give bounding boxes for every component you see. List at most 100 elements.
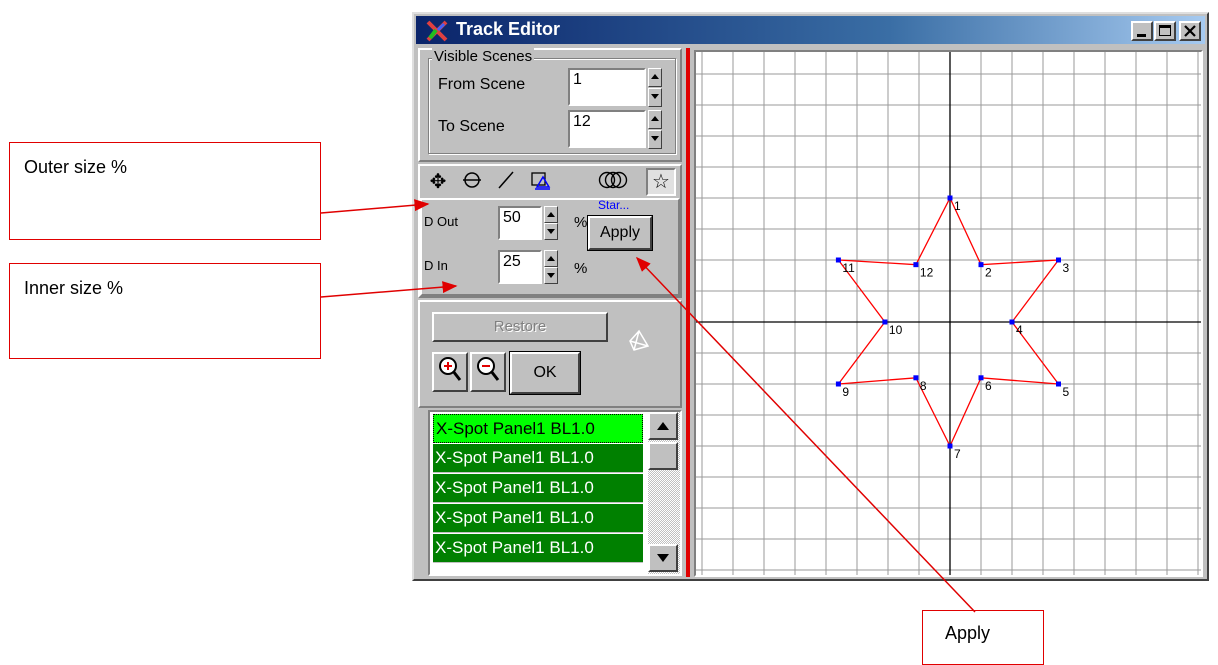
spin-up-button[interactable] xyxy=(648,68,662,87)
apply-button[interactable]: Apply xyxy=(587,215,653,251)
track-point-label: 8 xyxy=(920,379,927,393)
maximize-icon xyxy=(1159,25,1171,36)
spin-up-button[interactable] xyxy=(648,110,662,129)
arrow-down-icon xyxy=(657,554,669,562)
din-label: D In xyxy=(424,258,448,273)
track-point xyxy=(913,262,919,268)
list-scrollbar[interactable] xyxy=(648,412,680,574)
visible-scenes-legend: Visible Scenes xyxy=(432,48,535,65)
from-scene-input[interactable]: 1 xyxy=(568,68,646,106)
minimize-icon xyxy=(1137,34,1146,37)
app-logo-icon xyxy=(426,20,448,42)
scroll-up-button[interactable] xyxy=(648,412,678,440)
track-point xyxy=(835,381,841,387)
scroll-down-button[interactable] xyxy=(648,544,678,572)
spin-down-button[interactable] xyxy=(648,88,662,107)
left-panel: Visible Scenes From Scene 1 To Scene 12 … xyxy=(416,46,684,579)
dout-input[interactable]: 50 xyxy=(498,206,542,240)
close-icon xyxy=(1184,25,1196,37)
spin-down-button[interactable] xyxy=(648,130,662,149)
arrow-up-icon xyxy=(657,422,669,430)
dout-percent: % xyxy=(574,214,588,231)
track-point xyxy=(1056,257,1061,263)
list-item[interactable]: X-Spot Panel1 BL1.0 xyxy=(433,474,643,503)
controls-panel: Restore OK xyxy=(418,300,682,408)
track-point xyxy=(947,195,953,201)
track-point-label: 6 xyxy=(985,379,992,393)
din-input[interactable]: 25 xyxy=(498,250,542,284)
track-point-label: 7 xyxy=(954,447,961,461)
star-icon[interactable]: ☆ xyxy=(646,168,676,196)
din-percent: % xyxy=(574,260,588,277)
to-scene-input[interactable]: 12 xyxy=(568,110,646,148)
circle-path-icon[interactable] xyxy=(458,170,486,194)
track-point-label: 3 xyxy=(1063,261,1070,275)
spin-down-button[interactable] xyxy=(544,223,558,240)
arrow-up-icon xyxy=(547,212,555,217)
list-item[interactable]: X-Spot Panel1 BL1.0 xyxy=(433,534,643,563)
track-point xyxy=(978,375,984,381)
dout-spinner[interactable] xyxy=(544,206,560,240)
list-item[interactable]: X-Spot Panel1 BL1.0 xyxy=(433,414,643,443)
track-point-label: 1 xyxy=(954,199,961,213)
track-point xyxy=(882,319,888,325)
track-canvas[interactable]: 1 2 3 4 5 6 7 8 9 10 11 12 xyxy=(694,50,1203,577)
close-button[interactable] xyxy=(1179,21,1201,41)
zoom-out-icon xyxy=(477,357,500,381)
arrow-down-icon xyxy=(651,136,659,141)
arrow-up-icon xyxy=(547,256,555,261)
polygon-icon[interactable] xyxy=(526,170,554,194)
dout-label: D Out xyxy=(424,214,458,229)
spin-up-button[interactable] xyxy=(544,250,558,267)
ok-button[interactable]: OK xyxy=(509,351,581,395)
star-options-group: D Out 50 % D In 25 % Star... Apply xyxy=(420,198,680,296)
track-point xyxy=(947,443,953,449)
title-bar[interactable]: Track Editor xyxy=(416,16,1205,44)
track-point-label: 9 xyxy=(842,385,849,399)
zoom-in-icon xyxy=(439,357,462,381)
to-scene-spinner[interactable] xyxy=(648,110,664,150)
outer-size-callout: Outer size % xyxy=(9,142,321,240)
track-point xyxy=(913,375,919,381)
visible-scenes-panel: Visible Scenes From Scene 1 To Scene 12 xyxy=(418,48,682,162)
arrow-up-icon xyxy=(651,116,659,121)
track-point xyxy=(1056,381,1061,387)
rings-icon[interactable] xyxy=(596,170,630,194)
zoom-in-button[interactable] xyxy=(432,352,468,392)
inner-size-callout: Inner size % xyxy=(9,263,321,359)
track-grid[interactable]: 12 34567891011 12 xyxy=(696,52,1201,575)
scroll-thumb[interactable] xyxy=(648,442,678,470)
line-icon[interactable] xyxy=(492,170,520,194)
arrow-down-icon xyxy=(651,94,659,99)
panel-splitter[interactable] xyxy=(686,48,690,577)
track-point-label: 2 xyxy=(985,266,992,280)
from-scene-label: From Scene xyxy=(438,76,526,93)
track-editor-window: Track Editor Visible Scenes From Scene 1… xyxy=(412,12,1209,581)
track-point-label: 5 xyxy=(1063,385,1070,399)
spin-up-button[interactable] xyxy=(544,206,558,223)
spin-down-button[interactable] xyxy=(544,267,558,284)
track-point xyxy=(835,257,841,263)
zoom-out-button[interactable] xyxy=(470,352,506,392)
list-item[interactable]: X-Spot Panel1 BL1.0 xyxy=(433,444,643,473)
to-scene-label: To Scene xyxy=(438,118,505,135)
move-icon[interactable]: ✥ xyxy=(424,170,452,194)
track-point xyxy=(978,262,984,268)
minimize-button[interactable] xyxy=(1131,21,1153,41)
arrow-up-icon xyxy=(651,74,659,79)
arrow-down-icon xyxy=(547,273,555,278)
maximize-button[interactable] xyxy=(1154,21,1176,41)
din-spinner[interactable] xyxy=(544,250,560,284)
fixture-list[interactable]: X-Spot Panel1 BL1.0 X-Spot Panel1 BL1.0 … xyxy=(428,410,682,576)
shape-tools-panel: ✥ ☆ D Out 50 % D In 25 % Star... Apply xyxy=(418,164,682,298)
list-item[interactable]: X-Spot Panel1 BL1.0 xyxy=(433,504,643,533)
track-point-label: 4 xyxy=(1016,323,1023,337)
from-scene-spinner[interactable] xyxy=(648,68,664,108)
star-mode-label: Star... xyxy=(598,198,630,212)
window-title: Track Editor xyxy=(456,19,561,39)
apply-callout: Apply xyxy=(922,610,1044,665)
restore-button[interactable]: Restore xyxy=(432,312,608,342)
track-shape-icon xyxy=(629,329,650,351)
arrow-down-icon xyxy=(547,229,555,234)
track-point-label: 12 xyxy=(920,266,934,280)
